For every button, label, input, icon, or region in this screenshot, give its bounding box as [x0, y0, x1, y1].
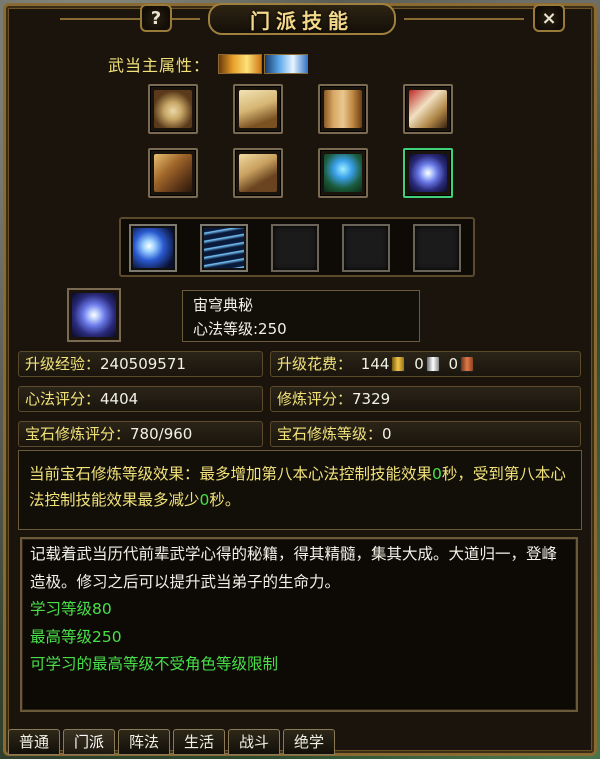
- xinfa-score-field: 心法评分：4404: [18, 386, 263, 412]
- scroll-bundle-icon: [239, 154, 277, 192]
- effect-value-2: 0: [199, 491, 210, 509]
- gem-score-label: 宝石修炼评分：: [25, 425, 131, 443]
- close-button[interactable]: ×: [533, 4, 565, 32]
- cost-gold: 144: [361, 352, 406, 376]
- gold-coin-icon: [391, 356, 406, 372]
- skill-slot-3[interactable]: [271, 224, 319, 272]
- tab-life[interactable]: 生活: [173, 729, 225, 755]
- effect-value-1: 0: [432, 465, 442, 483]
- book-slot-3[interactable]: [318, 84, 368, 134]
- gem-score-value: 780/960: [130, 425, 193, 443]
- selected-book-name: 宙穹典秘: [193, 296, 254, 314]
- tab-normal[interactable]: 普通: [8, 729, 60, 755]
- selected-book-info: 宙穹典秘 心法等级:250: [182, 290, 420, 342]
- silver-coin-icon: [425, 356, 440, 372]
- skill-slot-4[interactable]: [342, 224, 390, 272]
- learn-level-text: 学习等级80: [30, 600, 112, 618]
- selected-book-level: 心法等级:250: [193, 320, 287, 338]
- description-box: 记载着武当历代前辈武学心得的秘籍，得其精髓，集其大成。大道归一，登峰造极。修习之…: [20, 537, 578, 712]
- max-level-text: 最高等级250: [30, 627, 122, 646]
- book-slot-2[interactable]: [233, 84, 283, 134]
- book-slot-8[interactable]: [403, 148, 453, 198]
- cost-silver: 0: [414, 352, 440, 376]
- upgrade-exp-label: 升级经验：: [25, 355, 101, 373]
- skill-slot-5[interactable]: [413, 224, 461, 272]
- effect-text-3: 秒。: [209, 491, 241, 509]
- book-slot-5[interactable]: [148, 148, 198, 198]
- close-icon: ×: [541, 7, 557, 29]
- lightning-figure-skill-icon: [133, 228, 173, 268]
- cost-silver-value: 0: [414, 355, 424, 373]
- book-slot-6[interactable]: [233, 148, 283, 198]
- gem-score-field: 宝石修炼评分：780/960: [18, 421, 263, 447]
- gem-level-field: 宝石修炼等级：0: [270, 421, 581, 447]
- main-attribute-row: 武当主属性：: [108, 52, 309, 76]
- title-flourish-right: [404, 18, 524, 20]
- taiji-scroll-icon: [154, 90, 192, 128]
- tornado-skill-icon: [204, 228, 244, 268]
- gem-effect-box: 当前宝石修炼等级效果：最多增加第八本心法控制技能效果0秒，受到第八本心法控制技能…: [18, 450, 582, 530]
- xinfa-score-label: 心法评分：: [25, 390, 101, 408]
- skill-slot-2[interactable]: [200, 224, 248, 272]
- skill-slot-1[interactable]: [129, 224, 177, 272]
- red-box-book-icon: [409, 90, 447, 128]
- cost-copper-value: 0: [448, 355, 459, 373]
- upgrade-exp-value: 240509571: [100, 355, 186, 373]
- gem-level-label: 宝石修炼等级：: [277, 425, 383, 443]
- level-limit-note: 可学习的最高等级不受角色等级限制: [30, 655, 279, 673]
- bamboo-scroll-icon: [324, 90, 362, 128]
- copper-coin-icon: [460, 356, 475, 372]
- blue-swirl-book-icon: [324, 154, 362, 192]
- fire-element-icon: [218, 54, 263, 74]
- cultivation-score-value: 7329: [352, 390, 391, 408]
- effect-text-1: 当前宝石修炼等级效果：最多增加第八本心法控制技能效果: [29, 465, 433, 483]
- upgrade-exp-field: 升级经验：240509571: [18, 351, 263, 377]
- category-tabs: 普通 门派 阵法 生活 战斗 绝学: [8, 729, 335, 755]
- cost-copper: 0: [449, 352, 475, 376]
- gem-level-value: 0: [382, 425, 392, 443]
- tab-sect[interactable]: 门派: [63, 729, 115, 755]
- window-title: 门派技能: [250, 8, 354, 33]
- water-element-icon: [264, 54, 309, 74]
- galaxy-swirl-icon: [72, 293, 116, 337]
- xinfa-score-value: 4404: [100, 390, 139, 408]
- tab-formation[interactable]: 阵法: [118, 729, 170, 755]
- help-button[interactable]: ?: [140, 4, 172, 32]
- cultivation-score-label: 修炼评分：: [277, 390, 353, 408]
- help-icon: ?: [150, 7, 162, 29]
- description-text: 记载着武当历代前辈武学心得的秘籍，得其精髓，集其大成。大道归一，登峰造极。修习之…: [30, 545, 558, 591]
- tab-unique[interactable]: 绝学: [283, 729, 335, 755]
- tab-combat[interactable]: 战斗: [228, 729, 280, 755]
- book-slot-1[interactable]: [148, 84, 198, 134]
- cultivation-score-field: 修炼评分：7329: [270, 386, 581, 412]
- open-book-icon: [239, 90, 277, 128]
- sword-book-icon: [154, 154, 192, 192]
- cost-gold-value: 144: [360, 355, 390, 373]
- main-attribute-label: 武当主属性：: [108, 56, 211, 75]
- skill-slots-bar: [119, 217, 475, 277]
- description-content: 记载着武当历代前辈武学心得的秘籍，得其精髓，集其大成。大道归一，登峰造极。修习之…: [30, 541, 568, 704]
- title-flourish-left: [60, 18, 200, 20]
- galaxy-swirl-icon: [409, 154, 447, 192]
- selected-book-icon: [67, 288, 121, 342]
- upgrade-cost-field: 升级花费： 144 0 0: [270, 351, 581, 377]
- upgrade-cost-label: 升级花费：: [277, 355, 353, 373]
- book-slot-4[interactable]: [403, 84, 453, 134]
- title-plate: 门派技能: [208, 3, 396, 35]
- book-slot-7[interactable]: [318, 148, 368, 198]
